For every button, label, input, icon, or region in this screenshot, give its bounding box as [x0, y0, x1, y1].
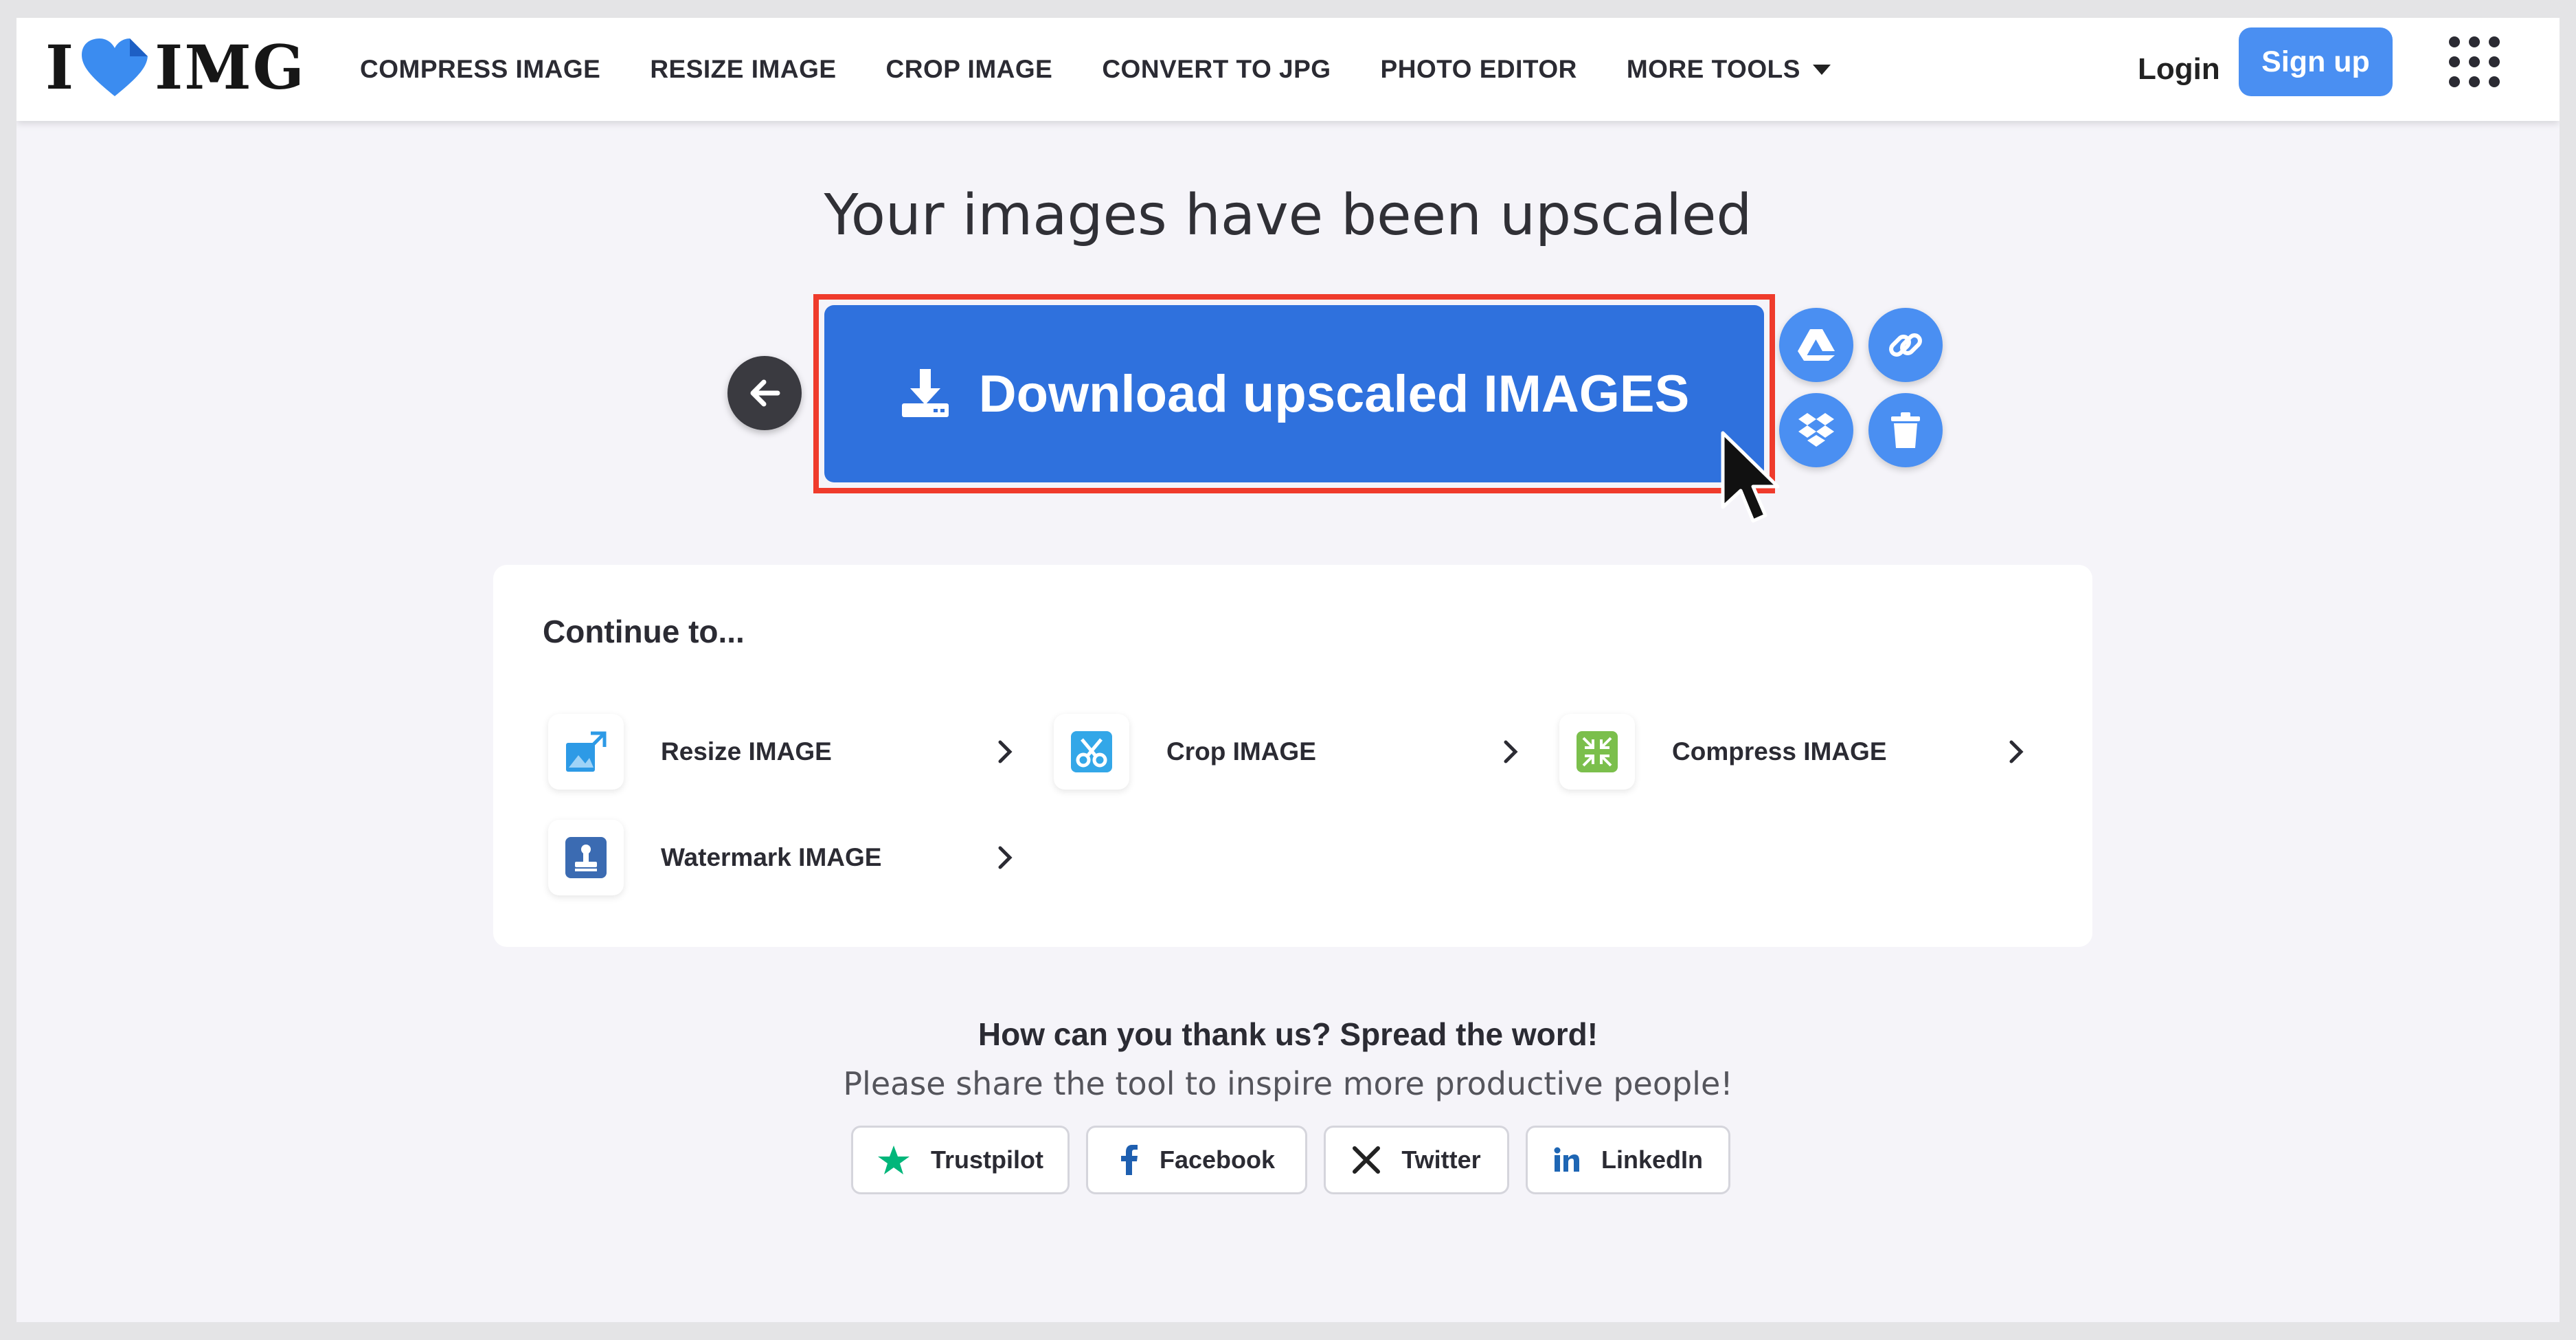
- tool-label: Watermark IMAGE: [661, 843, 882, 871]
- signup-button[interactable]: Sign up: [2239, 27, 2393, 96]
- download-icon: [901, 369, 949, 417]
- apps-grid-icon[interactable]: [2448, 36, 2500, 88]
- dropbox-button[interactable]: [1779, 393, 1853, 467]
- trash-icon: [1891, 412, 1920, 448]
- nav-more-tools[interactable]: MORE TOOLS: [1627, 55, 1831, 84]
- nav-photo-editor[interactable]: PHOTO EDITOR: [1381, 55, 1577, 84]
- logo-text-i: I: [45, 32, 76, 103]
- top-header: I IMG COMPRESS IMAGE RESIZE IMAGE CROP I…: [16, 18, 2560, 121]
- social-label: Trustpilot: [931, 1146, 1043, 1174]
- continue-crop-image[interactable]: Crop IMAGE: [1054, 711, 1521, 793]
- social-label: Twitter: [1401, 1146, 1481, 1174]
- share-heading: How can you thank us? Spread the word!: [978, 1016, 1598, 1052]
- nav-resize-image[interactable]: RESIZE IMAGE: [650, 55, 836, 84]
- nav-crop-image[interactable]: CROP IMAGE: [886, 55, 1053, 84]
- facebook-icon: [1120, 1145, 1138, 1175]
- copy-link-button[interactable]: [1868, 308, 1943, 382]
- crop-icon: [1054, 714, 1129, 790]
- nav-more-tools-label: MORE TOOLS: [1626, 55, 1800, 83]
- dropbox-icon: [1798, 413, 1834, 447]
- chevron-right-icon: [2009, 740, 2024, 763]
- caret-down-icon: [1812, 64, 1831, 75]
- delete-button[interactable]: [1868, 393, 1943, 467]
- continue-watermark-image[interactable]: Watermark IMAGE: [548, 816, 1015, 899]
- heart-icon: [82, 38, 148, 96]
- logo[interactable]: I IMG: [45, 32, 306, 103]
- tool-label: Resize IMAGE: [661, 737, 832, 766]
- login-link[interactable]: Login: [2138, 47, 2220, 91]
- download-button[interactable]: Download upscaled IMAGES: [824, 305, 1764, 482]
- continue-card: Continue to... Resize IMAGE Crop IMAGE C…: [493, 565, 2092, 947]
- star-icon: [878, 1146, 909, 1174]
- main-nav: COMPRESS IMAGE RESIZE IMAGE CROP IMAGE C…: [360, 18, 1831, 121]
- continue-title: Continue to...: [543, 614, 745, 649]
- linkedin-icon: [1554, 1147, 1579, 1172]
- tool-label: Crop IMAGE: [1166, 737, 1316, 766]
- google-drive-icon: [1798, 329, 1835, 361]
- trustpilot-button[interactable]: Trustpilot: [851, 1126, 1070, 1194]
- share-text: Please share the tool to inspire more pr…: [843, 1065, 1733, 1102]
- download-label: Download upscaled IMAGES: [978, 364, 1690, 423]
- chevron-right-icon: [998, 846, 1013, 869]
- social-label: LinkedIn: [1601, 1146, 1703, 1174]
- nav-convert-to-jpg[interactable]: CONVERT TO JPG: [1102, 55, 1331, 84]
- twitter-button[interactable]: Twitter: [1324, 1126, 1509, 1194]
- nav-compress-image[interactable]: COMPRESS IMAGE: [360, 55, 600, 84]
- facebook-button[interactable]: Facebook: [1086, 1126, 1307, 1194]
- linkedin-button[interactable]: LinkedIn: [1526, 1126, 1730, 1194]
- arrow-left-icon: [750, 379, 780, 407]
- tool-label: Compress IMAGE: [1672, 737, 1887, 766]
- resize-icon: [548, 714, 624, 790]
- continue-resize-image[interactable]: Resize IMAGE: [548, 711, 1015, 793]
- chevron-right-icon: [1504, 740, 1518, 763]
- chevron-right-icon: [998, 740, 1013, 763]
- browser-frame: I IMG COMPRESS IMAGE RESIZE IMAGE CROP I…: [16, 18, 2560, 1322]
- back-button[interactable]: [727, 356, 802, 430]
- link-icon: [1889, 333, 1922, 357]
- continue-compress-image[interactable]: Compress IMAGE: [1559, 711, 2026, 793]
- logo-text-img: IMG: [155, 32, 306, 103]
- google-drive-button[interactable]: [1779, 308, 1853, 382]
- watermark-icon: [548, 820, 624, 895]
- mouse-cursor-icon: [1721, 431, 1780, 523]
- x-twitter-icon: [1353, 1146, 1381, 1174]
- compress-icon: [1559, 714, 1635, 790]
- page-title: Your images have been upscaled: [824, 183, 1752, 248]
- social-label: Facebook: [1159, 1146, 1276, 1174]
